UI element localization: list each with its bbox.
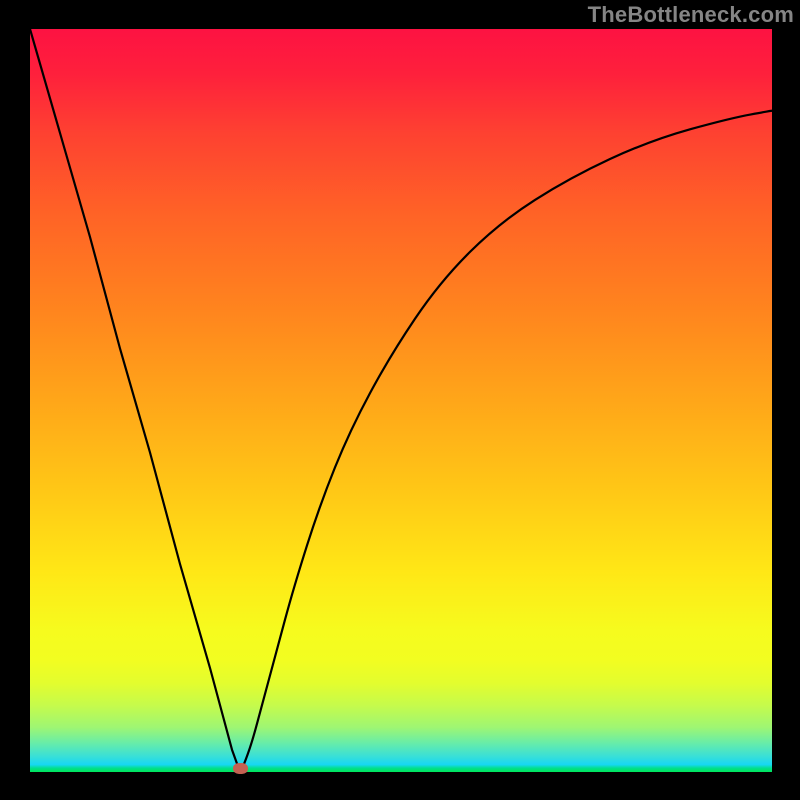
watermark-text: TheBottleneck.com bbox=[588, 2, 794, 28]
bottleneck-curve bbox=[30, 29, 772, 772]
plot-area bbox=[30, 29, 772, 772]
optimum-marker bbox=[233, 763, 248, 774]
chart-frame: TheBottleneck.com bbox=[0, 0, 800, 800]
curve-path bbox=[30, 29, 772, 772]
